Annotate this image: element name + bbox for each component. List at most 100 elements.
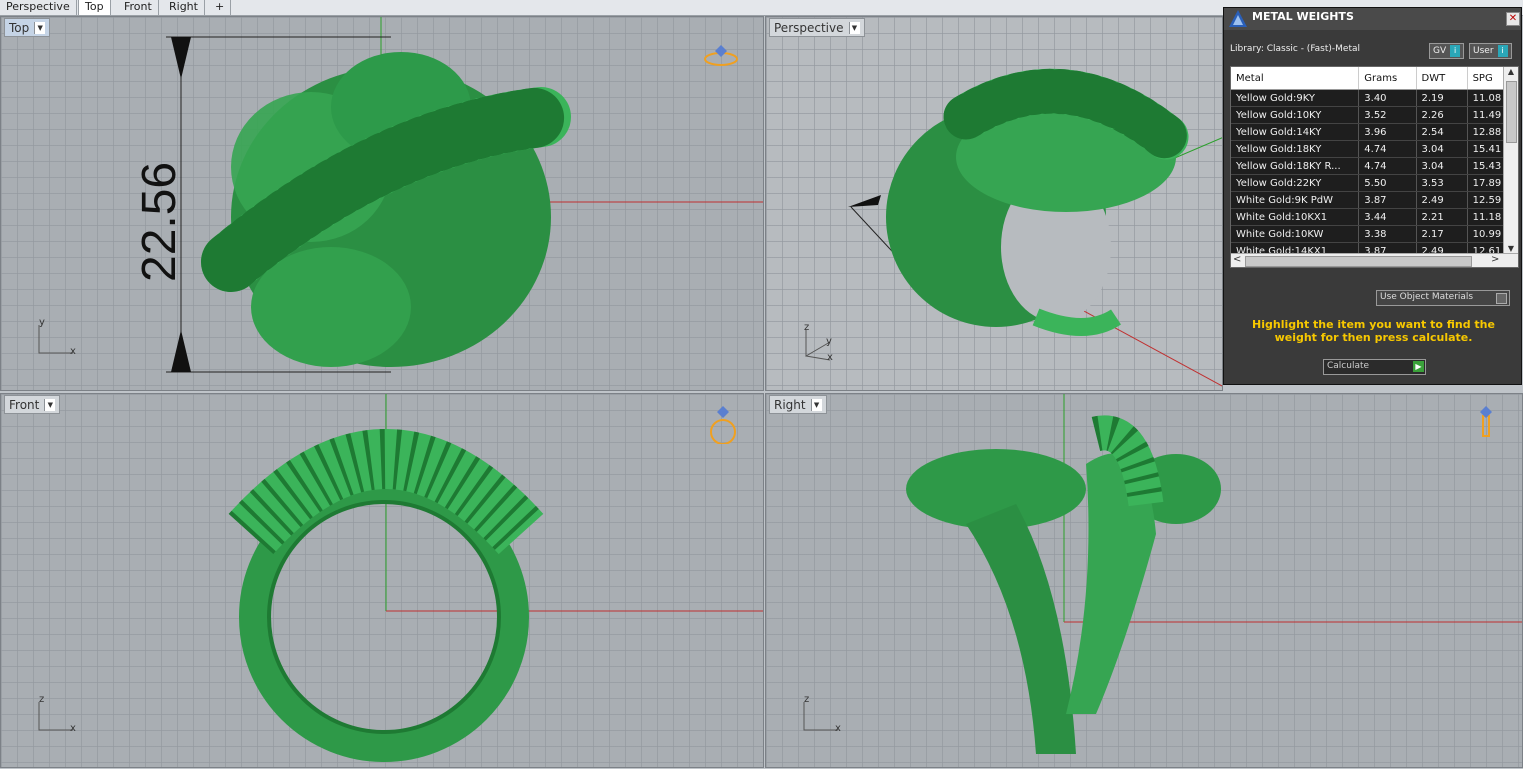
tab-top[interactable]: Top (78, 0, 111, 15)
viewport-label-perspective[interactable]: Perspective ▼ (769, 18, 865, 37)
cell-grams: 3.87 (1358, 191, 1417, 209)
cell-grams: 3.44 (1358, 208, 1417, 226)
axis-x-label: x (70, 346, 76, 357)
column-header-dwt[interactable]: DWT (1416, 67, 1468, 90)
viewport-front[interactable]: Front ▼ z x (0, 393, 764, 768)
chevron-down-icon[interactable]: ▼ (810, 398, 822, 411)
axis-z-label: z (804, 322, 810, 333)
ring-gizmo-icon (704, 45, 738, 66)
table-row[interactable]: White Gold:10KW 3.38 2.17 10.99 (1231, 225, 1518, 243)
metal-weights-panel: METAL WEIGHTS ✕ Library: Classic - (Fast… (1223, 7, 1522, 385)
viewport-title: Front (9, 397, 40, 412)
table-row[interactable]: White Gold:9K PdW 3.87 2.49 12.59 (1231, 191, 1518, 209)
viewport-title: Top (9, 20, 30, 35)
column-header-grams[interactable]: Grams (1358, 67, 1417, 90)
calculate-button[interactable]: Calculate ▶ (1323, 359, 1426, 375)
checkbox-icon[interactable] (1496, 293, 1507, 304)
cell-metal: Yellow Gold:10KY (1231, 106, 1360, 124)
cell-metal: White Gold:10KX1 (1231, 208, 1360, 226)
metal-table: Metal Grams DWT SPG Yellow Gold:9KY 3.40 2… (1230, 66, 1519, 268)
viewport-title: Perspective (774, 20, 844, 35)
cell-dwt: 3.04 (1416, 157, 1468, 175)
table-row[interactable]: Yellow Gold:18KY R... 4.74 3.04 15.43 (1231, 157, 1518, 175)
viewport-label-front[interactable]: Front ▼ (4, 395, 61, 414)
top-view-scene (166, 17, 763, 373)
add-tab-button[interactable]: + (209, 0, 232, 15)
axis-x-label: x (70, 723, 76, 734)
chevron-down-icon[interactable]: ▼ (34, 21, 46, 34)
tab-front[interactable]: Front (118, 0, 159, 15)
cell-metal: Yellow Gold:22KY (1231, 174, 1360, 192)
user-toggle[interactable]: User i (1469, 43, 1512, 59)
scroll-left-icon[interactable]: < (1233, 254, 1241, 265)
dimension-label: 22.56 (133, 161, 186, 282)
close-icon[interactable]: ✕ (1506, 12, 1520, 26)
cell-grams: 4.74 (1358, 157, 1417, 175)
cell-grams: 3.40 (1358, 89, 1417, 107)
table-row[interactable]: Yellow Gold:9KY 3.40 2.19 11.08 (1231, 89, 1518, 107)
table-row[interactable]: White Gold:10KX1 3.44 2.21 11.18 (1231, 208, 1518, 226)
scroll-right-icon[interactable]: > (1491, 254, 1499, 265)
cell-metal: Yellow Gold:9KY (1231, 89, 1360, 107)
axis-z-label: z (39, 694, 45, 705)
cell-metal: White Gold:9K PdW (1231, 191, 1360, 209)
metal-weights-logo-icon (1229, 10, 1247, 27)
ring-gizmo-icon (1480, 406, 1492, 437)
viewport-perspective[interactable]: Perspective ▼ z y x (765, 16, 1223, 391)
axis-y-label: y (39, 317, 45, 328)
right-view-scene (906, 394, 1522, 754)
cell-grams: 3.38 (1358, 225, 1417, 243)
axis-x-label: x (827, 352, 833, 363)
tab-right[interactable]: Right (163, 0, 205, 15)
chevron-down-icon[interactable]: ▼ (44, 398, 56, 411)
play-icon: ▶ (1413, 361, 1424, 372)
table-row[interactable]: Yellow Gold:14KY 3.96 2.54 12.88 (1231, 123, 1518, 141)
library-label: Library: Classic - (Fast)-Metal (1230, 44, 1361, 54)
viewport-label-right[interactable]: Right ▼ (769, 395, 827, 414)
ring-gizmo-icon (710, 406, 736, 444)
scroll-thumb[interactable] (1245, 256, 1472, 267)
cell-grams: 3.52 (1358, 106, 1417, 124)
tab-label: Front (124, 0, 152, 13)
scroll-up-icon[interactable]: ▲ (1504, 67, 1518, 76)
gv-label: GV (1433, 45, 1447, 56)
calculate-label: Calculate (1327, 361, 1370, 371)
tab-label: Perspective (6, 0, 70, 13)
tab-label: Top (85, 0, 104, 13)
panel-header[interactable]: METAL WEIGHTS ✕ (1224, 8, 1521, 30)
scroll-down-icon[interactable]: ▼ (1504, 244, 1518, 253)
cell-dwt: 2.19 (1416, 89, 1468, 107)
tab-label: + (215, 0, 225, 13)
chevron-down-icon[interactable]: ▼ (848, 21, 860, 34)
table-row[interactable]: Yellow Gold:22KY 5.50 3.53 17.89 (1231, 174, 1518, 192)
axis-y-label: y (826, 336, 832, 347)
viewport-title: Right (774, 397, 806, 412)
tab-perspective[interactable]: Perspective (0, 0, 77, 15)
cell-dwt: 3.53 (1416, 174, 1468, 192)
cell-dwt: 2.26 (1416, 106, 1468, 124)
cell-dwt: 2.17 (1416, 225, 1468, 243)
user-label: User (1473, 45, 1494, 56)
viewport-top[interactable]: 22.56 Top ▼ y x (0, 16, 764, 391)
info-icon: i (1497, 45, 1508, 57)
cell-dwt: 3.04 (1416, 140, 1468, 158)
metal-weights-table: Metal Grams DWT SPG Yellow Gold:9KY 3.40 2… (1231, 67, 1518, 267)
front-view-scene (228, 394, 763, 762)
cell-grams: 5.50 (1358, 174, 1417, 192)
column-header-metal[interactable]: Metal (1231, 67, 1360, 90)
scroll-thumb[interactable] (1506, 81, 1517, 143)
cell-dwt: 2.49 (1416, 191, 1468, 209)
instruction-text: Highlight the item you want to find the … (1252, 318, 1495, 344)
gv-toggle[interactable]: GV i (1429, 43, 1465, 59)
cell-grams: 4.74 (1358, 140, 1417, 158)
table-row[interactable]: Yellow Gold:18KY 4.74 3.04 15.41 (1231, 140, 1518, 158)
viewport-label-top[interactable]: Top ▼ (4, 18, 51, 37)
panel-title: METAL WEIGHTS (1252, 10, 1354, 23)
cell-metal: Yellow Gold:18KY R... (1231, 157, 1360, 175)
axis-z-label: z (804, 694, 810, 705)
use-object-materials-checkbox[interactable]: Use Object Materials (1376, 290, 1510, 306)
viewport-right[interactable]: Right ▼ z x (765, 393, 1523, 768)
table-row[interactable]: Yellow Gold:10KY 3.52 2.26 11.49 (1231, 106, 1518, 124)
horizontal-scrollbar[interactable]: < > (1231, 253, 1518, 267)
vertical-scrollbar[interactable]: ▲ ▼ (1503, 67, 1518, 255)
